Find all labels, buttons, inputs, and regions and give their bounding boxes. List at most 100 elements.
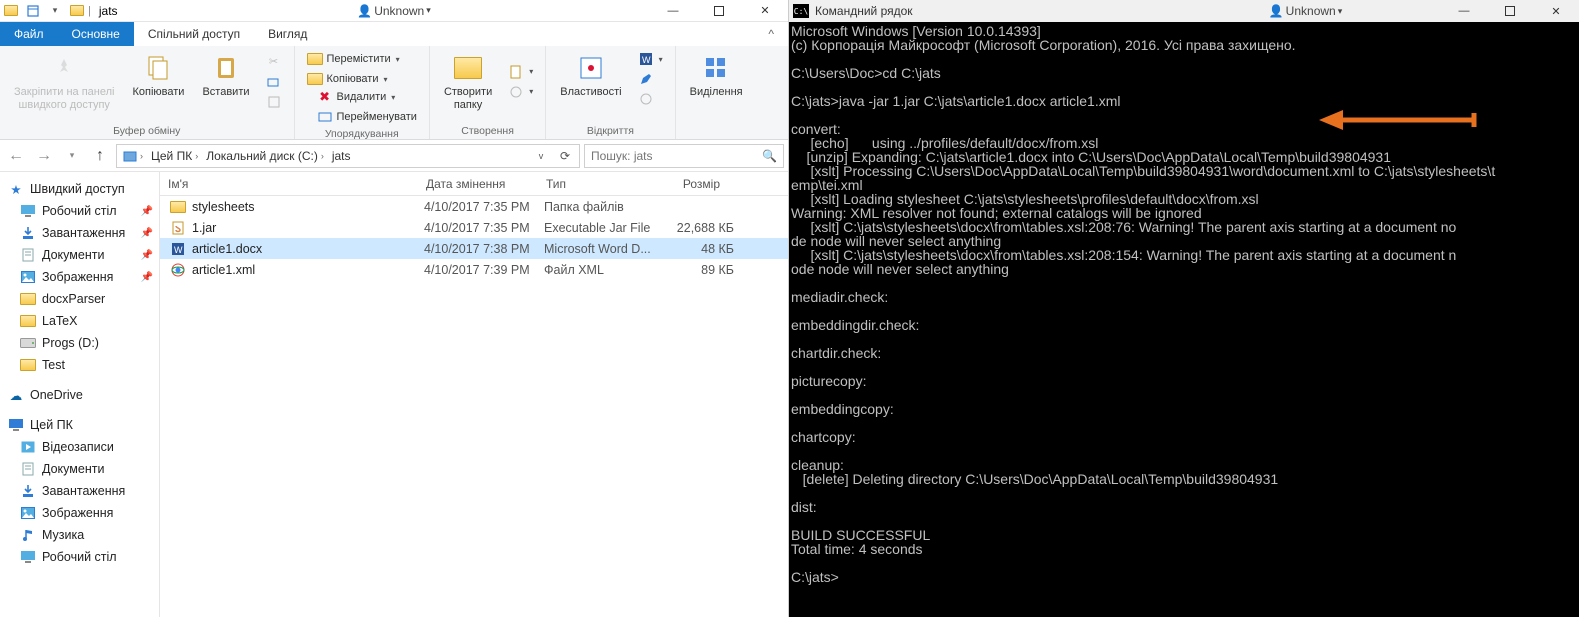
explorer-title-bar: ▾ | jats 👤 Unknown ▾ — ✕ [0, 0, 788, 22]
breadcrumb-item[interactable]: jats [328, 145, 355, 167]
file-row[interactable]: article1.xml4/10/2017 7:39 PMФайл XML89 … [160, 259, 788, 280]
file-size: 22,688 КБ [654, 221, 734, 235]
folder-icon [170, 199, 186, 215]
paste-shortcut-button[interactable] [262, 93, 286, 111]
pin-to-quickaccess-button[interactable]: Закріпити на панелі швидкого доступу [8, 50, 121, 113]
copy-to-button[interactable]: Копіювати▾ [303, 70, 421, 88]
ribbon-group-new: Створити папку ▾ ▾ Створення [430, 46, 546, 139]
move-to-button[interactable]: Перемістити▾ [303, 50, 421, 68]
tab-file[interactable]: Файл [0, 22, 58, 46]
properties-icon [575, 52, 607, 84]
address-bar[interactable]: › Цей ПК› Локальний диск (C:)› jats v ⟳ [116, 144, 580, 168]
copy-button[interactable]: Копіювати [127, 50, 191, 113]
explorer-content: ★Швидкий доступ Робочий стіл📌Завантаженн… [0, 172, 788, 617]
sidebar-item[interactable]: Зображення📌 [2, 266, 157, 288]
easy-access-button[interactable]: ▾ [504, 83, 537, 101]
sidebar-item-label: Test [42, 358, 65, 372]
nav-recent-button[interactable]: ▾ [60, 144, 84, 168]
sidebar-item[interactable]: Progs (D:) [2, 332, 157, 354]
file-type: Папка файлів [544, 200, 654, 214]
pin-icon: 📌 [141, 250, 153, 261]
sidebar-item[interactable]: Документи [2, 458, 157, 480]
sidebar-this-pc[interactable]: Цей ПК [2, 414, 157, 436]
sidebar-item-label: Документи [42, 248, 104, 262]
history-button[interactable] [634, 90, 667, 108]
col-size[interactable]: Розмір [648, 177, 728, 191]
sidebar-item[interactable]: Робочий стіл [2, 546, 157, 568]
cut-button[interactable]: ✂ [262, 53, 286, 71]
edit-button[interactable] [634, 70, 667, 88]
breadcrumb-item[interactable]: Локальний диск (C:)› [202, 145, 328, 167]
open-button[interactable]: W▾ [634, 50, 667, 68]
delete-button[interactable]: ✖Видалити▾ [313, 88, 421, 106]
sidebar-quick-access[interactable]: ★Швидкий доступ [2, 178, 157, 200]
tab-share[interactable]: Спільний доступ [134, 22, 254, 46]
sidebar-item[interactable]: Зображення [2, 502, 157, 524]
ribbon-group-label: Відкриття [554, 125, 666, 137]
sidebar-item[interactable]: Документи 📌 [2, 244, 157, 266]
window-title: jats [99, 4, 118, 18]
paste-button[interactable]: Вставити [196, 50, 255, 113]
desktop-icon [20, 203, 36, 219]
ribbon-group-open: Властивості W▾ Відкриття [546, 46, 675, 139]
file-row[interactable]: Warticle1.docx4/10/2017 7:38 PMMicrosoft… [160, 238, 788, 259]
qat-dropdown-icon[interactable]: ▾ [44, 0, 66, 22]
sidebar-item[interactable]: Музика [2, 524, 157, 546]
new-item-icon [508, 64, 524, 80]
xml-icon [170, 262, 186, 278]
ribbon: Закріпити на панелі швидкого доступу Коп… [0, 46, 788, 140]
col-name[interactable]: Ім'я [160, 177, 418, 191]
minimize-button[interactable]: — [1441, 0, 1487, 22]
copy-path-button[interactable] [262, 73, 286, 91]
downloads-icon [20, 225, 36, 241]
nav-forward-button[interactable]: → [32, 144, 56, 168]
ribbon-collapse-button[interactable]: ^ [754, 22, 788, 46]
maximize-button[interactable] [1487, 0, 1533, 22]
pictures-icon [20, 505, 36, 521]
nav-up-button[interactable]: ↑ [88, 144, 112, 168]
tab-view[interactable]: Вигляд [254, 22, 321, 46]
sidebar-item-label: docxParser [42, 292, 105, 306]
search-input[interactable] [591, 149, 762, 163]
sidebar-item[interactable]: Test [2, 354, 157, 376]
file-list-header: Ім'я Дата змінення Тип Розмір [160, 172, 788, 196]
select-icon [700, 52, 732, 84]
new-folder-button[interactable]: Створити папку [438, 50, 498, 113]
breadcrumb-root-icon[interactable]: › [119, 145, 147, 167]
sidebar-item-label: Зображення [42, 506, 113, 520]
sidebar-item[interactable]: Завантаження📌 [2, 222, 157, 244]
close-button[interactable]: ✕ [742, 0, 788, 22]
close-button[interactable]: ✕ [1533, 0, 1579, 22]
sidebar-item[interactable]: Завантаження [2, 480, 157, 502]
breadcrumb-item[interactable]: Цей ПК› [147, 145, 202, 167]
documents-icon [20, 461, 36, 477]
qat-properties-icon[interactable] [22, 0, 44, 22]
file-row[interactable]: 1.jar4/10/2017 7:35 PMExecutable Jar Fil… [160, 217, 788, 238]
file-date: 4/10/2017 7:35 PM [424, 221, 544, 235]
new-folder-icon [452, 52, 484, 84]
pin-icon [48, 52, 80, 84]
minimize-button[interactable]: — [650, 0, 696, 22]
refresh-button[interactable]: ⟳ [553, 149, 577, 163]
sidebar-item[interactable]: Відеозаписи [2, 436, 157, 458]
terminal-body[interactable]: Microsoft Windows [Version 10.0.14393] (… [789, 22, 1579, 617]
rename-button[interactable]: Перейменувати [313, 108, 421, 126]
maximize-button[interactable] [696, 0, 742, 22]
search-box[interactable]: 🔍 [584, 144, 784, 168]
new-item-button[interactable]: ▾ [504, 63, 537, 81]
file-row[interactable]: stylesheets4/10/2017 7:35 PMПапка файлів [160, 196, 788, 217]
nav-back-button[interactable]: ← [4, 144, 28, 168]
select-button[interactable]: Виділення [684, 50, 749, 101]
sidebar-onedrive[interactable]: ☁OneDrive [2, 384, 157, 406]
col-date[interactable]: Дата змінення [418, 177, 538, 191]
easy-access-icon [508, 84, 524, 100]
address-dropdown-button[interactable]: v [529, 151, 553, 161]
sidebar-item[interactable]: docxParser [2, 288, 157, 310]
sidebar-item[interactable]: LaTeX [2, 310, 157, 332]
properties-button[interactable]: Властивості [554, 50, 627, 108]
col-type[interactable]: Тип [538, 177, 648, 191]
sidebar-item[interactable]: Робочий стіл📌 [2, 200, 157, 222]
tab-home[interactable]: Основне [58, 22, 134, 46]
file-name: 1.jar [192, 221, 424, 235]
sidebar-item-label: Зображення [42, 270, 113, 284]
